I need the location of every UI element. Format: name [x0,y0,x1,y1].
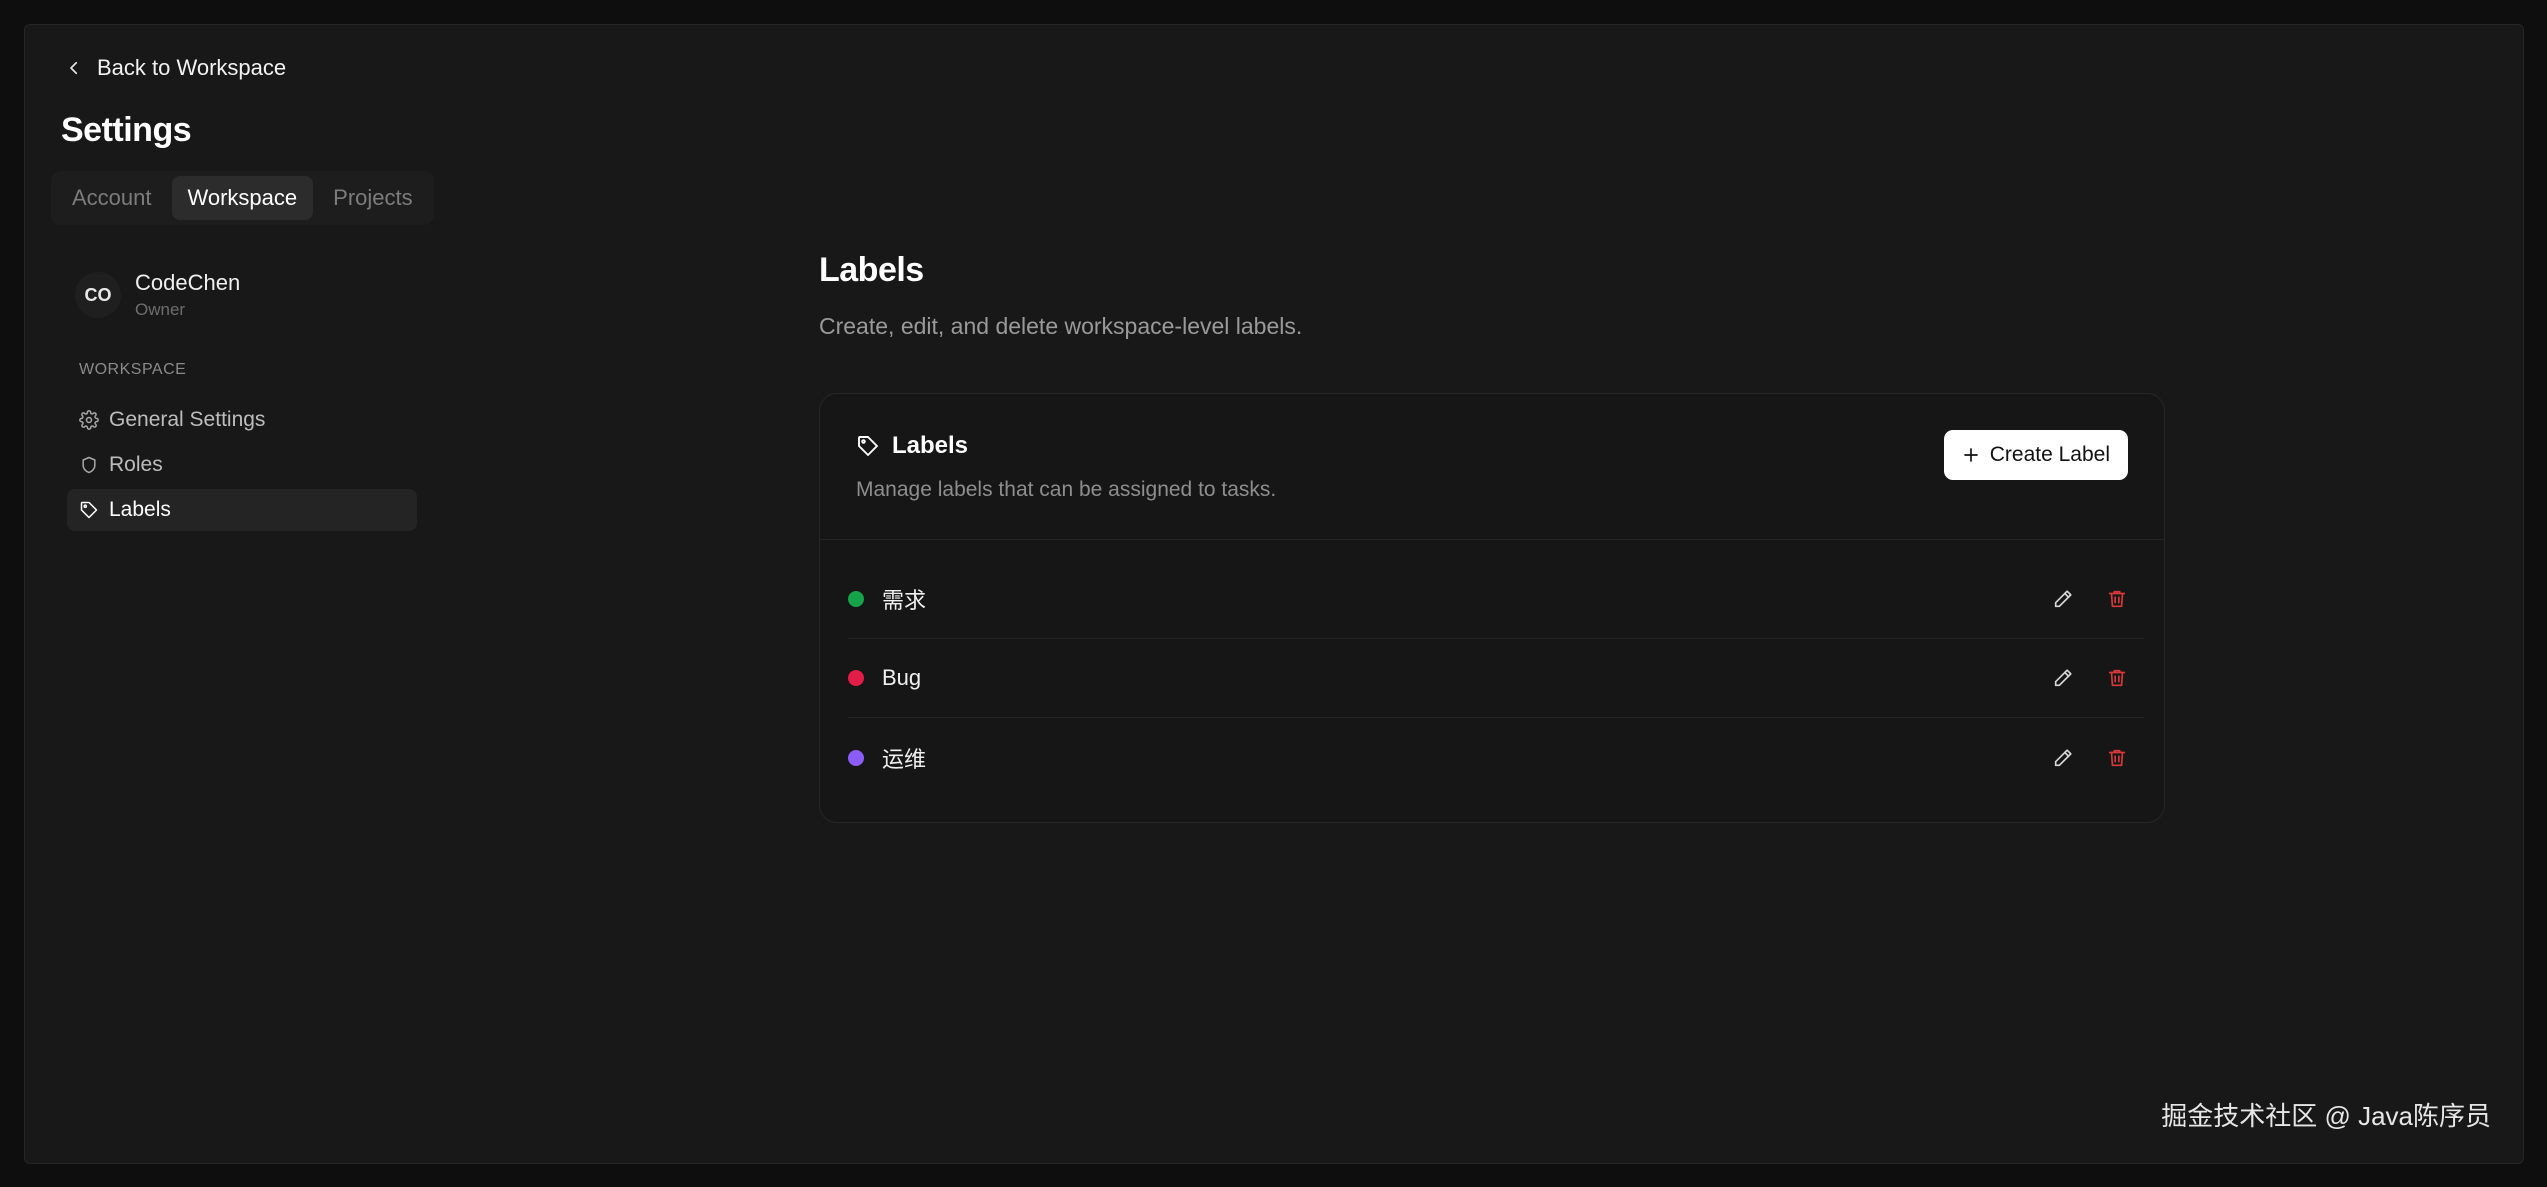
card-title-text: Labels [892,432,969,459]
labels-card: Labels Manage labels that can be assigne… [819,393,2165,823]
tab-projects[interactable]: Projects [317,176,428,220]
label-list: 需求 Bug 运维 [820,540,2164,797]
sidebar-item-labels[interactable]: Labels [67,489,417,531]
avatar: CO [75,272,121,318]
shield-icon [82,456,96,474]
tag-icon [80,501,98,519]
label-row: 需求 [848,560,2144,639]
page-subtitle: Create, edit, and delete workspace-level… [819,313,1303,339]
sidebar-item-roles[interactable]: Roles [67,444,417,486]
label-row: Bug [848,639,2144,718]
settings-tabs: Account Workspace Projects [51,171,434,225]
label-actions [2050,665,2130,691]
label-actions [2050,745,2130,771]
back-link-label: Back to Workspace [97,55,287,80]
profile-name: CodeChen [135,270,241,295]
settings-window: Back to Workspace Settings Account Works… [24,24,2524,1164]
label-color-dot [848,591,864,607]
watermark: 掘金技术社区 @ Java陈序员 [2161,1101,2491,1131]
plus-icon [1963,448,1978,462]
tag-icon [858,436,878,456]
delete-label-button[interactable] [2104,745,2130,771]
label-name: Bug [882,665,922,690]
tab-account[interactable]: Account [56,176,168,220]
create-label-button[interactable]: Create Label [1943,430,2128,480]
label-color-dot [848,749,864,766]
sidebar-item-label: General Settings [109,408,266,431]
pencil-icon [2054,590,2072,608]
sidebar-item-label: Roles [109,453,163,476]
trash-icon [2108,590,2126,608]
settings-title: Settings [61,111,192,149]
profile-role: Owner [135,300,186,319]
gear-icon [79,410,99,430]
label-name: 需求 [882,588,927,613]
delete-label-button[interactable] [2104,586,2130,612]
sidebar-nav: General Settings Roles Labels [67,399,417,534]
card-title: Labels [856,432,968,460]
pencil-icon [2054,669,2072,687]
card-description: Manage labels that can be assigned to ta… [856,478,1277,501]
sidebar-item-label: Labels [109,498,171,521]
chevron-left-icon [70,61,78,75]
user-profile: CO CodeChen Owner [75,270,240,320]
delete-label-button[interactable] [2104,665,2130,691]
pencil-icon [2054,748,2072,766]
labels-card-header: Labels Manage labels that can be assigne… [820,394,2164,540]
label-color-dot [848,670,864,686]
page-title: Labels [819,251,924,289]
edit-label-button[interactable] [2050,745,2076,771]
label-row: 运维 [848,718,2144,797]
label-name: 运维 [882,746,927,772]
edit-label-button[interactable] [2050,665,2076,691]
tab-workspace[interactable]: Workspace [171,176,314,220]
trash-icon [2108,749,2126,766]
create-label-text: Create Label [1989,443,2110,466]
sidebar-section-label: WORKSPACE [79,361,187,378]
trash-icon [2108,669,2126,687]
edit-label-button[interactable] [2050,586,2076,612]
back-to-workspace-link[interactable]: Back to Workspace [65,55,286,81]
sidebar-item-general-settings[interactable]: General Settings [67,399,417,441]
label-actions [2050,586,2130,612]
